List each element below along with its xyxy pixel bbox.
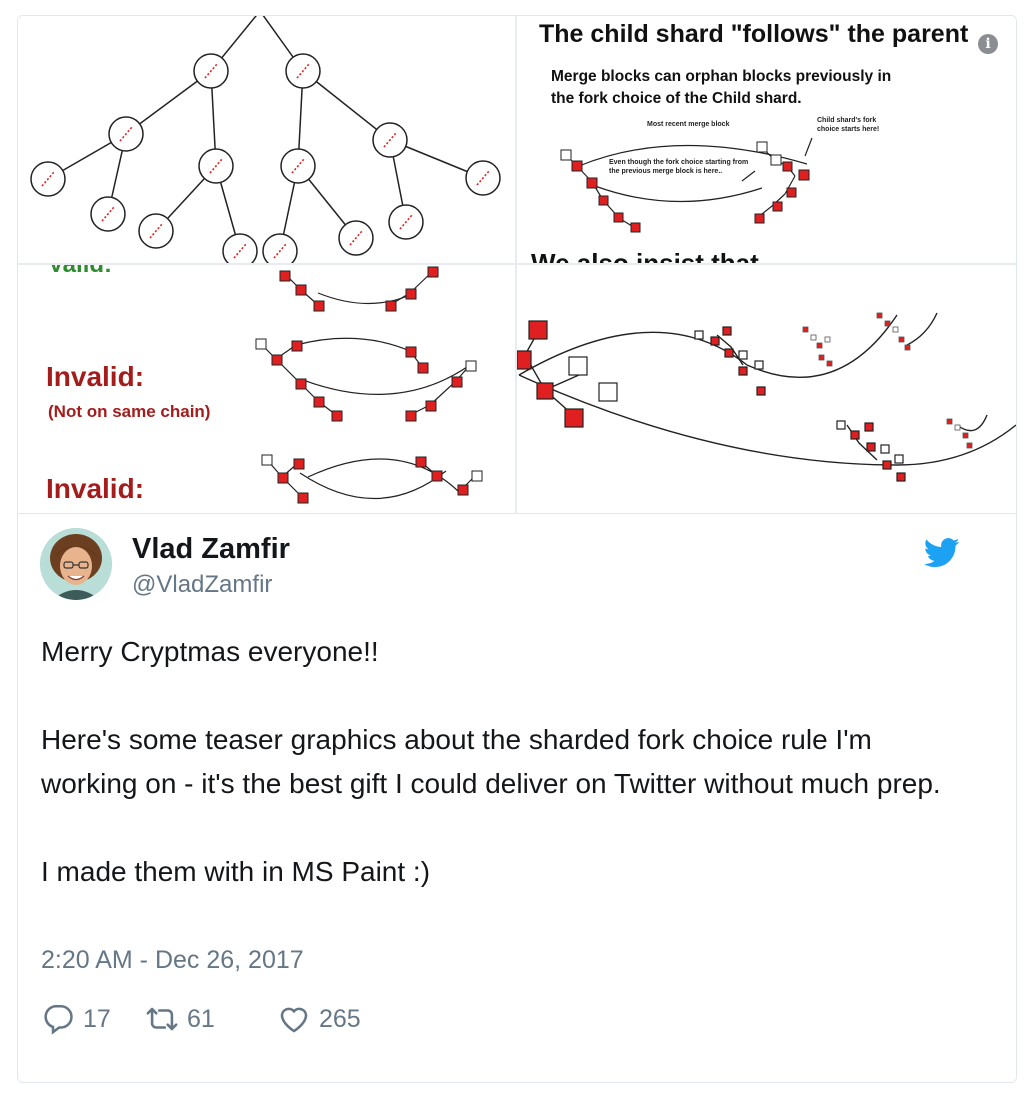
reply-icon xyxy=(44,1004,73,1035)
retweet-icon xyxy=(146,1007,178,1031)
slide-cut-text: We also insist that xyxy=(531,248,759,263)
shard-curves-graphic xyxy=(517,312,1016,482)
reply-button[interactable]: 17 xyxy=(41,1002,111,1036)
like-button[interactable]: 265 xyxy=(277,1002,361,1036)
grid-divider-horizontal xyxy=(18,263,1016,265)
twitter-bird-icon[interactable] xyxy=(923,538,960,568)
retweet-button[interactable]: 61 xyxy=(145,1002,215,1036)
like-count: 265 xyxy=(319,1004,361,1033)
media-grid[interactable]: The child shard "follows" the parent Mer… xyxy=(18,16,1016,514)
media-bottom-border xyxy=(18,513,1016,514)
tweet-text: Merry Cryptmas everyone!! Here's some te… xyxy=(41,630,971,894)
media-image-child-shard[interactable]: The child shard "follows" the parent Mer… xyxy=(517,16,1016,263)
reply-count: 17 xyxy=(83,1004,111,1033)
author-name[interactable]: Vlad Zamfir xyxy=(132,533,290,566)
tree-graphic xyxy=(30,16,501,263)
validity-graphic xyxy=(255,266,483,504)
author-handle[interactable]: @VladZamfir xyxy=(132,571,272,599)
retweet-count: 61 xyxy=(187,1004,215,1033)
heart-icon xyxy=(280,1007,308,1033)
tweet-header: Vlad Zamfir @VladZamfir xyxy=(40,528,960,603)
tweet-line-1: Merry Cryptmas everyone!! xyxy=(41,636,379,667)
fork-choice-graphic xyxy=(560,137,813,233)
media-image-shard-curves[interactable] xyxy=(517,265,1016,513)
tweet-line-2: Here's some teaser graphics about the sh… xyxy=(41,724,941,799)
media-image-valid-invalid[interactable]: Valid: Invalid: (Not on same chain) Inva… xyxy=(18,265,515,513)
avatar[interactable] xyxy=(40,528,112,600)
info-icon[interactable]: i xyxy=(978,34,998,54)
tweet-line-3: I made them with in MS Paint :) xyxy=(41,856,431,887)
media-image-tree[interactable] xyxy=(18,16,515,263)
tweet-timestamp[interactable]: 2:20 AM - Dec 26, 2017 xyxy=(41,946,304,975)
